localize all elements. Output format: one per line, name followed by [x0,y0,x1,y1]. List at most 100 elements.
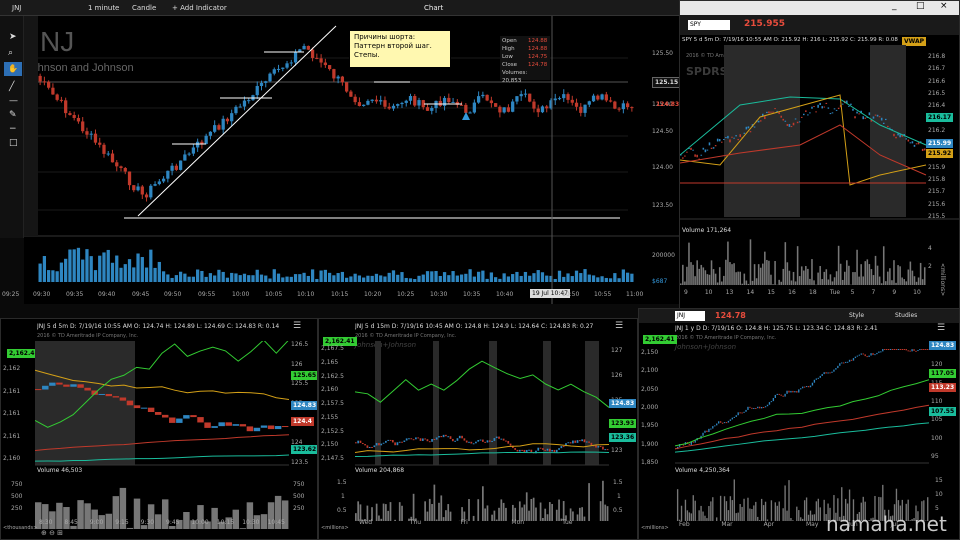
bottom-right-panel[interactable]: JNJ 124.78 Style Studies JNJ 1 y D D: 7/… [638,308,960,540]
axis-tick: 2,161 [3,410,21,417]
volume-bar [782,268,785,285]
bm-tag: 123.93 [609,419,637,428]
candle-body [495,436,498,439]
close-label: Close [502,62,517,68]
time-tick: 8:45 [64,519,78,526]
volume-bar [404,277,408,282]
spy-symbol-input[interactable]: SPY [688,20,730,30]
candle-body [491,440,493,442]
bl-vol-tick: 750 [11,481,23,488]
candle-body [921,349,923,350]
candle-body [583,439,586,443]
cursor-icon[interactable]: ➤ [9,32,17,42]
candle-body [562,446,565,448]
window-control-close[interactable]: × [940,1,948,11]
candle-body [745,126,748,130]
time-tick: 10:40 [496,291,514,298]
axis-tick: 126 [611,372,623,379]
window-control-maximize[interactable]: □ [916,1,925,11]
candle-body [431,438,433,442]
high-label: High [502,46,515,52]
br-symbol-input[interactable]: JNJ [675,311,705,321]
spy-tag: 216.17 [926,113,954,122]
volume-bar [846,260,848,285]
volume-bar [523,271,528,282]
symbol-selector[interactable]: JNJ [12,0,21,16]
interval-selector[interactable]: 1 minute [88,0,119,16]
volume-bar [700,264,703,285]
axis-tick: 2,167.5 [321,345,344,352]
candle-body [506,107,511,112]
time-tick: 10:35 [463,291,481,298]
candle-body [700,154,703,156]
hline-tool-icon[interactable]: — [9,96,18,106]
volume-bar [731,500,734,521]
volume-bar [306,275,310,282]
volume-bar [778,279,780,285]
candle-body [757,120,760,123]
spy-header: SPY 5 d 5m D: 7/19/16 10:55 AM O: 215.92… [682,37,898,43]
volume-bar [255,269,259,282]
candle-body [336,76,340,79]
candle-body [516,449,519,452]
candle-body [557,98,562,100]
volume-bar [686,510,689,521]
bl-volume-label: Volume 46,503 [37,467,82,474]
axis-tick: 2,100 [641,367,659,375]
candle-body [371,446,373,448]
hand-icon[interactable]: ✋ [4,62,22,76]
candle-body [712,426,714,429]
volume-bar [803,270,805,285]
pencil-icon[interactable]: ✎ [9,110,17,120]
candle-body [868,355,870,357]
volume-bar [613,273,617,282]
candle-body [267,425,275,430]
volume-bar [588,483,590,521]
bl-zoom-icon[interactable]: ⊕ ⊖ ⊞ [41,529,63,537]
spy-volume-value: 171,264 [706,227,732,234]
br-volume-label: Volume 4,250,364 [675,467,730,474]
br-settings-icon[interactable]: ☰ [937,323,945,333]
main-chart[interactable]: JNJ Johnson and Johnson Причины шорта: П… [24,16,682,304]
candle-body [759,120,762,122]
candle-body [574,102,579,107]
br-studies-button[interactable]: Studies [895,312,917,319]
volume-bar [739,271,741,285]
window-control-minimize[interactable]: _ [892,1,897,11]
volume-bar [323,269,327,282]
candle-body [723,139,725,141]
rectangle-icon[interactable]: □ [9,138,18,148]
volume-bar [540,272,545,282]
candle-body [837,365,839,369]
volume-bar [821,279,823,285]
candle-body [553,98,557,101]
annotation-box[interactable]: Причины шорта: Паттерн второй шаг. Степы… [349,30,451,68]
candle-body [827,372,829,374]
bm-settings-icon[interactable]: ☰ [615,321,623,331]
add-indicator-button[interactable]: + Add Indicator [172,0,227,16]
volume-bar [608,278,613,282]
bottom-mid-panel[interactable]: JNJ 5 d 15m D: 7/19/16 10:45 AM O: 124.8… [318,318,638,540]
volume-bar [515,271,519,282]
chart-type-selector[interactable]: Candle [132,0,156,16]
annotation-line-3: Степы. [354,51,380,59]
candle-body [259,82,264,87]
spy-panel[interactable]: _ □ × SPY 215.955 SPY 5 d 5m D: 7/19/16 … [679,0,960,318]
volume-bar [694,276,696,285]
zoom-icon[interactable]: ⌕ [8,48,13,58]
candle-body [361,442,364,445]
bl-settings-icon[interactable]: ☰ [293,321,301,331]
volume-bar [596,277,600,282]
candle-body [459,104,464,106]
volume-bar [259,274,264,282]
candle-body [190,415,197,418]
bottom-left-panel[interactable]: JNJ 5 d 5m D: 7/19/16 10:55 AM O: 124.74… [0,318,318,540]
minus-icon[interactable]: − [9,124,17,134]
time-tick: 18 [809,289,817,296]
volume-bar [482,486,484,521]
time-tick: 10:45 [267,519,285,526]
candle-body [813,379,816,383]
line-tool-icon[interactable]: ╱ [9,82,14,92]
br-style-button[interactable]: Style [849,312,864,319]
candle-body [454,440,456,442]
